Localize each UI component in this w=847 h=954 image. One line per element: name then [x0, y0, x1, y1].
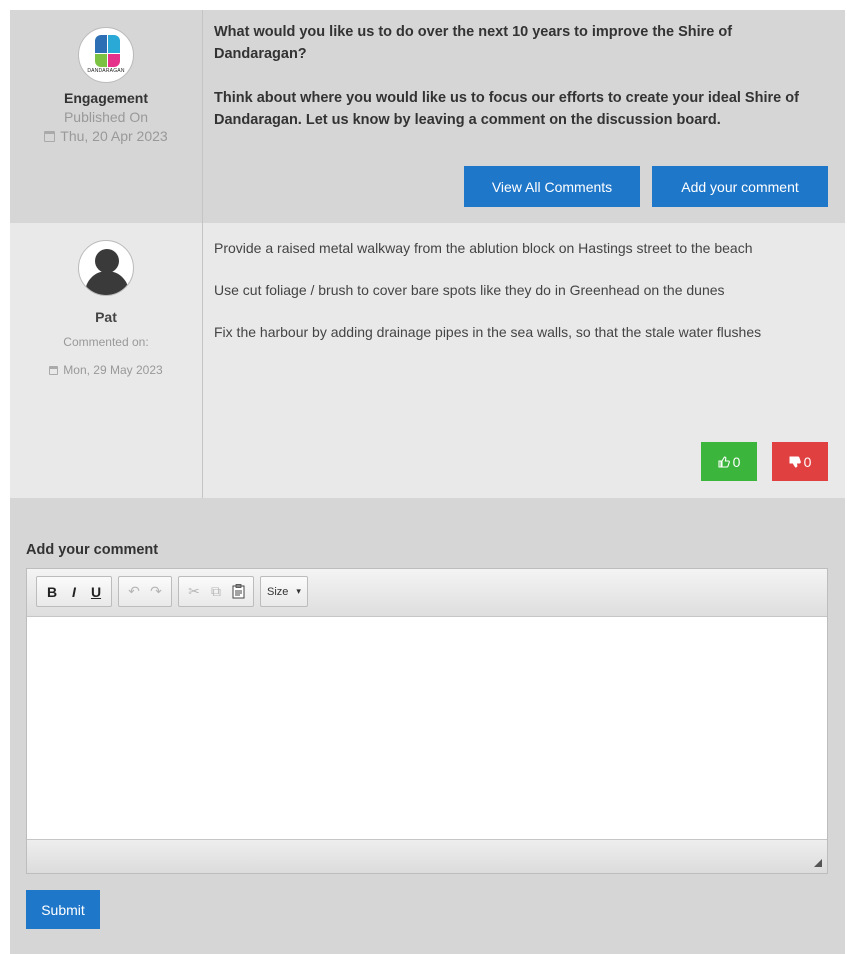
shire-logo: DANDARAGAN — [78, 27, 134, 83]
redo-icon[interactable]: ↷ — [145, 580, 167, 604]
add-your-comment-button[interactable]: Add your comment — [652, 166, 828, 207]
avatar — [78, 240, 134, 296]
published-date-row: Thu, 20 Apr 2023 — [10, 128, 202, 144]
downvote-button[interactable]: 0 — [772, 442, 828, 481]
comment-body: Provide a raised metal walkway from the … — [214, 234, 828, 346]
discussion-page: DANDARAGAN Engagement Published On Thu, … — [10, 10, 845, 954]
engagement-question: What would you like us to do over the ne… — [214, 21, 828, 131]
copy-icon[interactable]: ⧉ — [205, 580, 227, 604]
undo-icon[interactable]: ↶ — [123, 580, 145, 604]
comment-sidebar: Pat Commented on: Mon, 29 May 2023 — [10, 223, 203, 498]
editor-footer — [27, 839, 827, 873]
italic-button[interactable]: I — [63, 580, 85, 604]
calendar-icon — [44, 131, 56, 142]
submit-button[interactable]: Submit — [26, 890, 100, 929]
engagement-sidebar: DANDARAGAN Engagement Published On Thu, … — [10, 10, 203, 223]
form-title: Add your comment — [26, 542, 159, 558]
question-line-2: Think about where you would like us to f… — [214, 90, 799, 128]
format-group: B I U — [36, 576, 112, 607]
rich-text-editor: B I U ↶ ↷ ✂ ⧉ Size ▾ — [26, 568, 828, 874]
published-date: Thu, 20 Apr 2023 — [60, 128, 168, 144]
comment-date: Mon, 29 May 2023 — [63, 363, 163, 377]
comment-textarea[interactable] — [27, 617, 827, 839]
engagement-row: DANDARAGAN Engagement Published On Thu, … — [10, 10, 845, 223]
comment-main: Provide a raised metal walkway from the … — [203, 223, 845, 498]
engagement-title: Engagement — [63, 90, 148, 106]
view-all-comments-button[interactable]: View All Comments — [464, 166, 640, 207]
underline-button[interactable]: U — [85, 580, 107, 604]
comment-date-row: Mon, 29 May 2023 — [10, 363, 202, 377]
resize-handle-icon[interactable] — [814, 859, 822, 867]
calendar-icon — [49, 366, 59, 375]
bold-button[interactable]: B — [41, 580, 63, 604]
upvote-count: 0 — [732, 453, 741, 470]
engagement-actions: View All Comments Add your comment — [464, 166, 828, 207]
comment-paragraph: Use cut foliage / brush to cover bare sp… — [214, 282, 725, 298]
thumbs-down-icon — [789, 456, 801, 468]
cut-icon[interactable]: ✂ — [183, 580, 205, 604]
add-comment-form: Add your comment B I U ↶ ↷ ✂ ⧉ Size ▾ Su… — [10, 498, 845, 954]
comment-paragraph: Fix the harbour by adding drainage pipes… — [214, 324, 762, 340]
font-size-label: Size — [267, 585, 289, 598]
upvote-button[interactable]: 0 — [701, 442, 757, 481]
comment-paragraph: Provide a raised metal walkway from the … — [214, 240, 753, 256]
font-size-dropdown[interactable]: Size ▾ — [260, 576, 308, 607]
shire-logo-text: DANDARAGAN — [87, 68, 125, 74]
comment-author: Pat — [95, 309, 117, 325]
comment-row: Pat Commented on: Mon, 29 May 2023 Provi… — [10, 223, 845, 498]
clipboard-group: ✂ ⧉ — [178, 576, 254, 607]
downvote-count: 0 — [803, 453, 812, 470]
engagement-main: What would you like us to do over the ne… — [203, 10, 845, 223]
paste-icon[interactable] — [227, 580, 249, 604]
thumbs-up-icon — [718, 455, 730, 468]
vote-buttons: 0 0 — [701, 442, 828, 481]
editor-toolbar: B I U ↶ ↷ ✂ ⧉ Size ▾ — [27, 569, 827, 617]
commented-on-label: Commented on: — [63, 335, 149, 349]
history-group: ↶ ↷ — [118, 576, 172, 607]
chevron-down-icon: ▾ — [296, 586, 301, 596]
question-line-1: What would you like us to do over the ne… — [214, 24, 733, 62]
published-label: Published On — [63, 109, 149, 125]
